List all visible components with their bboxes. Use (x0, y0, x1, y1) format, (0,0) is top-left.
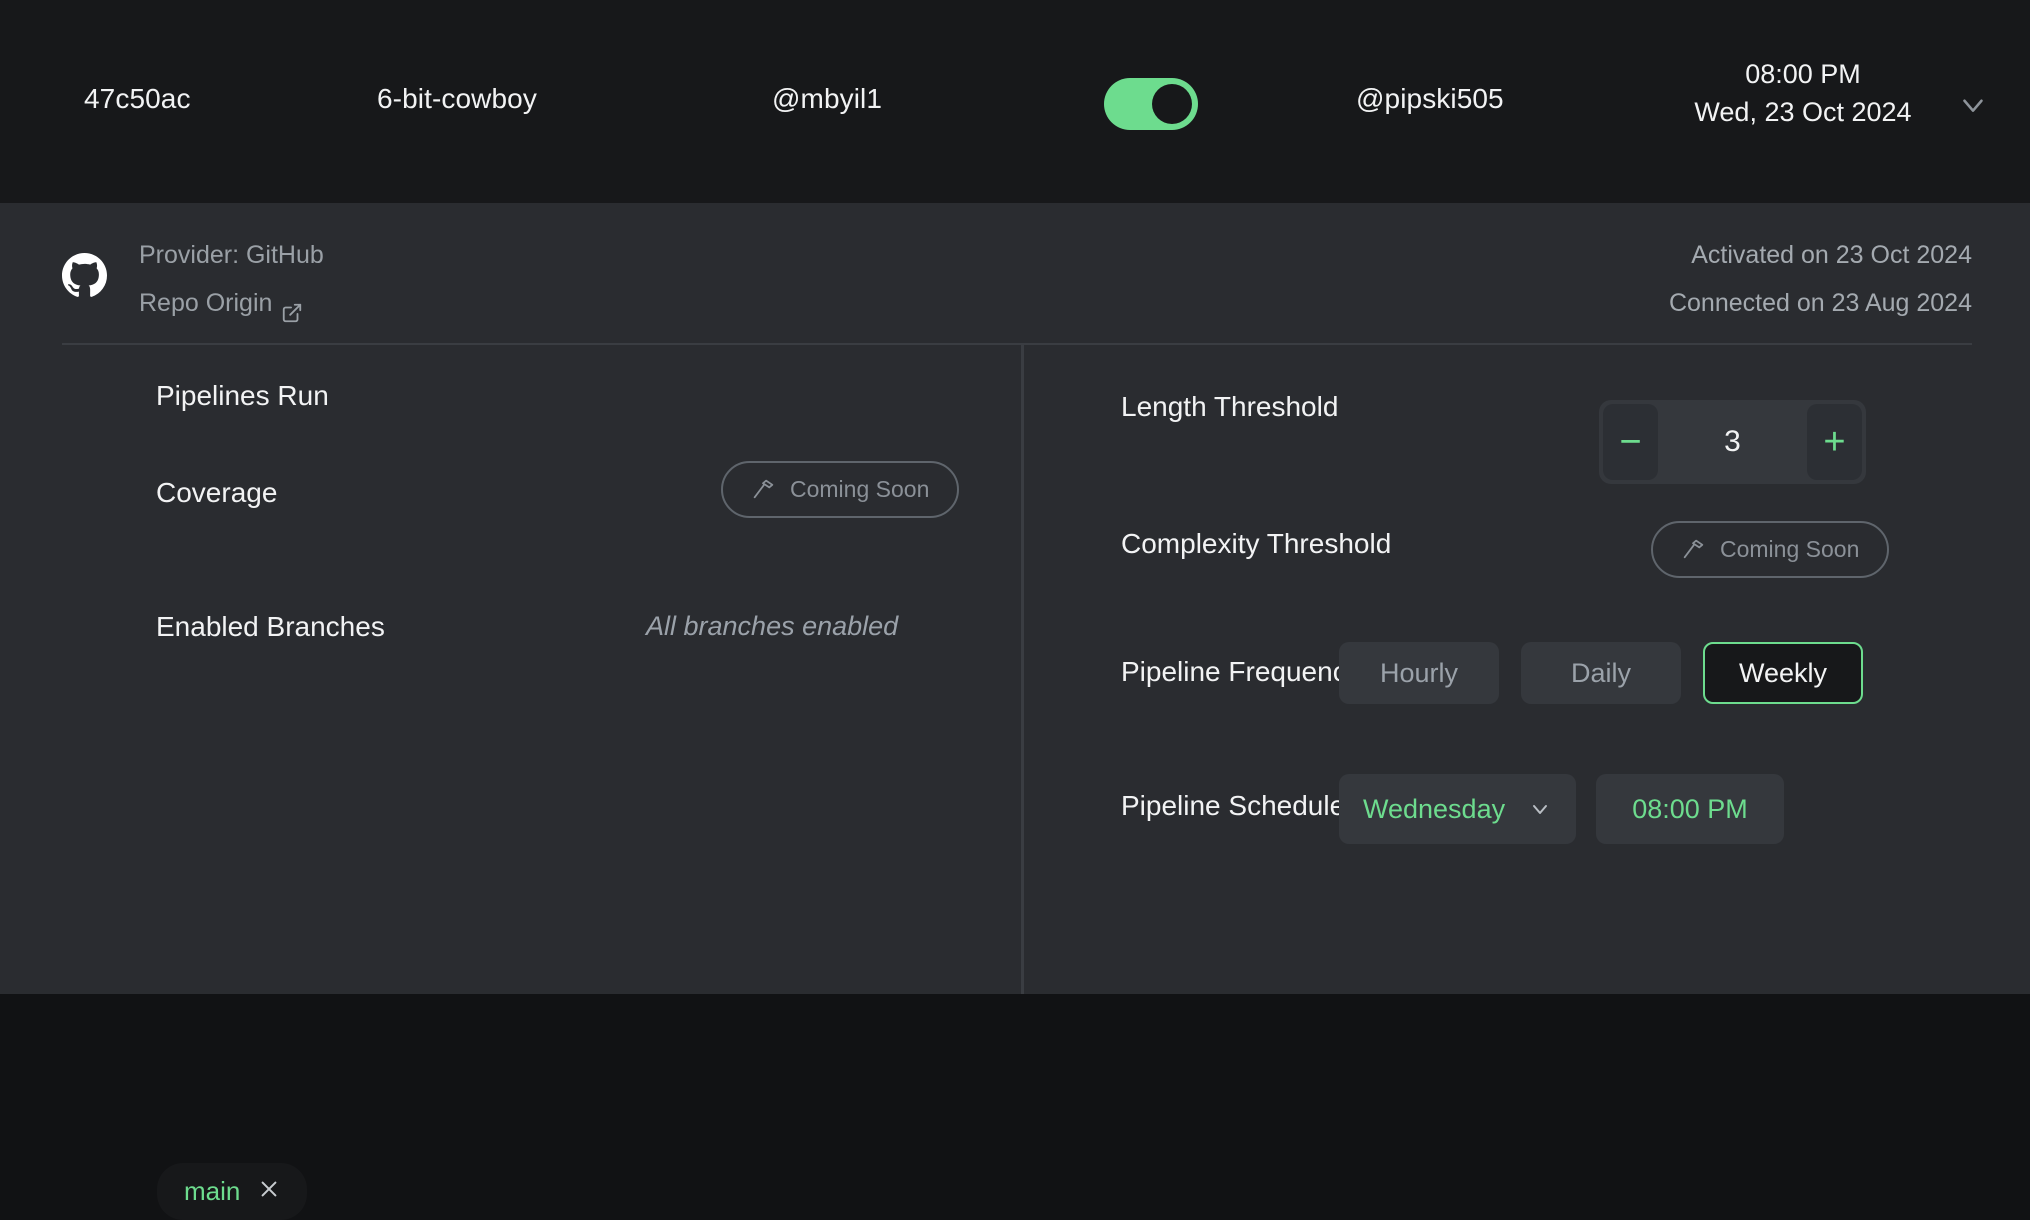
frequency-option-hourly[interactable]: Hourly (1339, 642, 1499, 704)
pipeline-frequency-options: Hourly Daily Weekly (1339, 642, 1863, 704)
branch-chip-label: main (184, 1176, 241, 1206)
activated-date: Activated on 23 Oct 2024 (1691, 241, 1972, 269)
provider-bar: Provider: GitHub Repo Origin Activated o… (0, 203, 2030, 345)
github-icon (62, 253, 107, 298)
header-datetime: 08:00 PM Wed, 23 Oct 2024 (1688, 55, 1918, 132)
coming-soon-label: Coming Soon (1720, 536, 1860, 562)
user-handle-primary: @mbyil1 (772, 83, 883, 114)
pipeline-frequency-label: Pipeline Frequency (1121, 656, 1361, 687)
left-settings-column: Pipelines Run Coverage Coming Soon Enabl… (0, 345, 1021, 1220)
chevron-down-icon (1528, 797, 1552, 821)
schedule-day-select[interactable]: Wednesday (1339, 774, 1576, 844)
branch-chip-main[interactable]: main (157, 1163, 308, 1220)
complexity-threshold-row: Complexity Threshold Coming Soon (1121, 521, 1890, 578)
pipeline-schedule-controls: Wednesday 08:00 PM (1339, 774, 1784, 844)
pipelines-run-label: Pipelines Run (156, 380, 329, 411)
close-icon[interactable] (258, 1178, 280, 1205)
card-header: 47c50ac 6-bit-cowboy @mbyil1 @pipski505 … (0, 0, 2030, 203)
coming-soon-label: Coming Soon (790, 476, 930, 502)
provider-info: Provider: GitHub Repo Origin (139, 231, 324, 327)
integration-settings-card: 47c50ac 6-bit-cowboy @mbyil1 @pipski505 … (0, 0, 2030, 1220)
frequency-option-weekly[interactable]: Weekly (1703, 642, 1863, 704)
enable-toggle[interactable] (1104, 78, 1198, 130)
header-date: Wed, 23 Oct 2024 (1694, 97, 1912, 128)
complexity-threshold-label: Complexity Threshold (1121, 528, 1392, 559)
length-threshold-row: Length Threshold − 3 + (1121, 391, 1866, 484)
length-threshold-label: Length Threshold (1121, 391, 1339, 422)
hammer-icon (751, 477, 776, 502)
enabled-branches-label: Enabled Branches (156, 611, 385, 642)
toggle-knob (1152, 84, 1192, 124)
repo-origin-label: Repo Origin (139, 289, 273, 317)
coverage-coming-soon-badge: Coming Soon (721, 461, 960, 518)
external-link-icon (281, 292, 303, 323)
hammer-icon (1681, 537, 1706, 562)
provider-dates: Activated on 23 Oct 2024 Connected on 23… (1669, 231, 1972, 327)
length-threshold-stepper[interactable]: − 3 + (1599, 400, 1866, 484)
repo-origin-link[interactable]: Repo Origin (139, 279, 324, 327)
complexity-coming-soon-badge: Coming Soon (1651, 521, 1890, 578)
commit-hash: 47c50ac (84, 83, 191, 114)
right-settings-column: Length Threshold − 3 + Complexity Thresh… (1021, 345, 2030, 994)
user-handle-secondary: @pipski505 (1356, 83, 1504, 114)
chevron-down-icon[interactable] (1956, 88, 1990, 122)
length-threshold-value: 3 (1724, 425, 1741, 458)
increment-button[interactable]: + (1807, 404, 1862, 480)
repo-name: 6-bit-cowboy (377, 83, 537, 114)
frequency-option-daily[interactable]: Daily (1521, 642, 1681, 704)
header-time: 08:00 PM (1745, 59, 1861, 89)
connected-date: Connected on 23 Aug 2024 (1668, 289, 1972, 317)
pipeline-schedule-row: Pipeline Schedule Wednesday 08:00 PM (1121, 774, 1784, 844)
all-branches-enabled-text: All branches enabled (646, 611, 899, 641)
schedule-time-field[interactable]: 08:00 PM (1596, 774, 1784, 844)
schedule-day-value: Wednesday (1363, 793, 1506, 824)
toggle-track[interactable] (1104, 78, 1198, 130)
pipeline-schedule-label: Pipeline Schedule (1121, 790, 1346, 821)
decrement-button[interactable]: − (1603, 404, 1658, 480)
provider-label: Provider: GitHub (139, 241, 324, 269)
pipeline-frequency-row: Pipeline Frequency Hourly Daily Weekly (1121, 642, 1863, 704)
settings-body: Pipelines Run Coverage Coming Soon Enabl… (0, 345, 2030, 1220)
coverage-label: Coverage (156, 477, 278, 508)
